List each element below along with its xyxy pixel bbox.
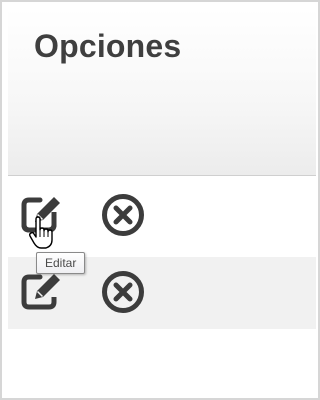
edit-button[interactable] bbox=[18, 192, 64, 238]
page-title: Opciones bbox=[34, 28, 182, 64]
delete-button[interactable] bbox=[100, 192, 146, 238]
close-circle-icon bbox=[102, 271, 144, 313]
edit-icon bbox=[20, 194, 62, 233]
delete-button[interactable] bbox=[100, 269, 146, 315]
edit-button[interactable] bbox=[18, 269, 64, 315]
column-header: Opciones bbox=[8, 8, 316, 176]
window-frame: Opciones Editar bbox=[0, 0, 320, 400]
tooltip: Editar bbox=[36, 252, 86, 274]
close-circle-icon bbox=[102, 194, 144, 236]
edit-icon bbox=[21, 274, 60, 310]
table-row bbox=[8, 178, 316, 250]
options-panel: Opciones bbox=[8, 8, 316, 396]
